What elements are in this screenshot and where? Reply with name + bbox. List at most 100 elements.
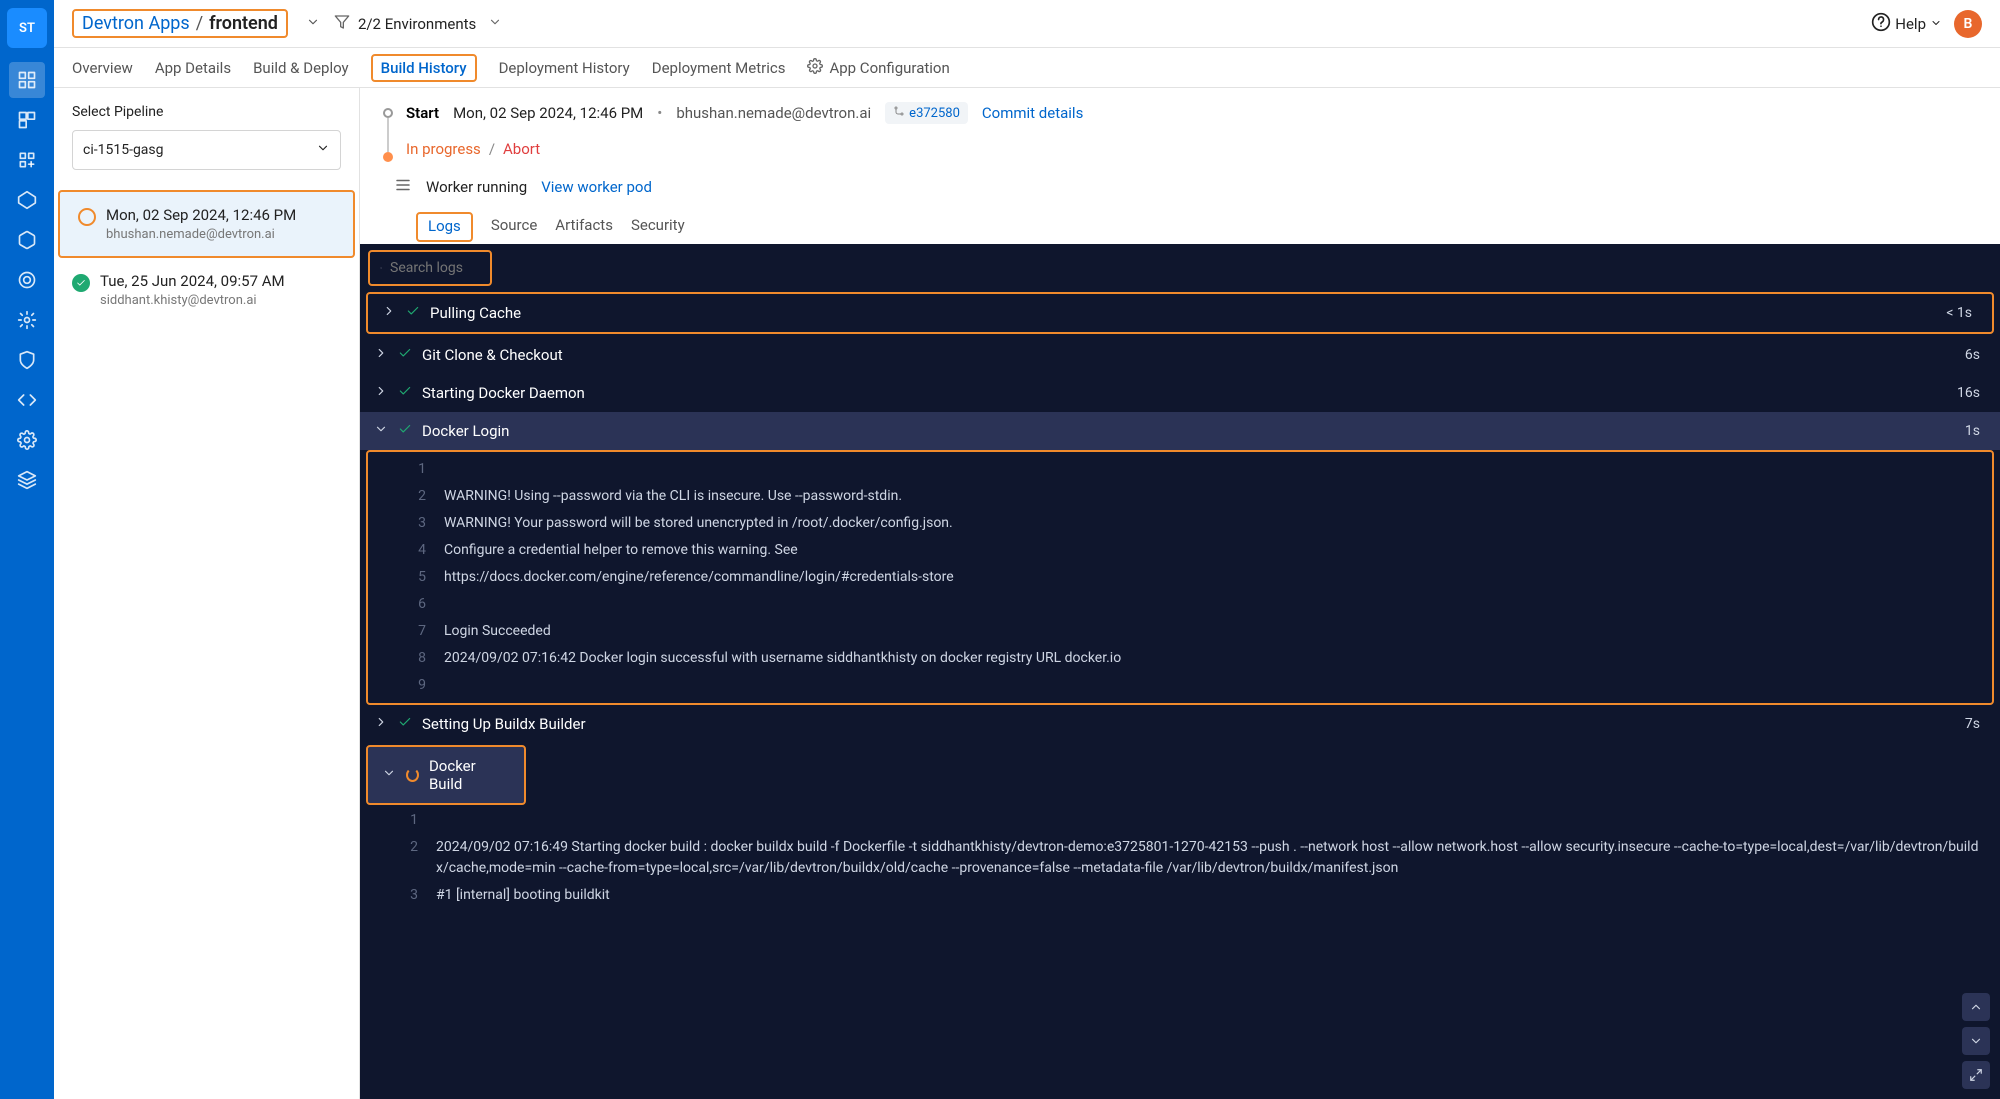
fullscreen-button[interactable]	[1962, 1061, 1990, 1089]
commit-badge[interactable]: e372580	[885, 102, 968, 124]
funnel-icon	[334, 14, 350, 34]
nav-app-groups-icon[interactable]	[9, 142, 45, 178]
line-number: 4	[412, 540, 426, 561]
nav-cluster-icon[interactable]	[9, 302, 45, 338]
tab-app-details[interactable]: App Details	[155, 48, 231, 87]
nav-applications-icon[interactable]	[9, 62, 45, 98]
abort-link[interactable]: Abort	[503, 140, 540, 158]
chevron-down-icon	[374, 422, 388, 440]
start-timestamp: Mon, 02 Sep 2024, 12:46 PM	[453, 104, 643, 122]
subtab-source[interactable]: Source	[491, 212, 537, 242]
line-number: 1	[412, 459, 426, 480]
avatar[interactable]: B	[1954, 10, 1982, 38]
line-text: 2024/09/02 07:16:49 Starting docker buil…	[436, 837, 1986, 879]
tabsbar: Overview App Details Build & Deploy Buil…	[54, 48, 2000, 88]
breadcrumb-parent-link[interactable]: Devtron Apps	[82, 13, 190, 34]
breadcrumb-current: frontend	[209, 13, 278, 34]
subtab-logs[interactable]: Logs	[416, 212, 473, 242]
line-number: 6	[412, 594, 426, 615]
line-text: 2024/09/02 07:16:42 Docker login success…	[444, 648, 1978, 669]
stage-duration: 7s	[1965, 716, 1980, 732]
timeline-line	[387, 118, 389, 152]
scroll-down-button[interactable]	[1962, 1027, 1990, 1055]
scroll-up-button[interactable]	[1962, 993, 1990, 1021]
line-text: #1 [internal] booting buildkit	[436, 885, 1986, 906]
stage-duration: 16s	[1957, 385, 1980, 401]
stage-pulling-cache[interactable]: Pulling Cache < 1s	[366, 292, 1994, 334]
subtab-security[interactable]: Security	[631, 212, 685, 242]
timeline	[382, 102, 394, 162]
stage-name: Docker Login	[422, 422, 509, 440]
nav-bulk-edits-icon[interactable]	[9, 262, 45, 298]
run-user: bhushan.nemade@devtron.ai	[106, 227, 296, 242]
line-text: https://docs.docker.com/engine/reference…	[444, 567, 1978, 588]
status-success-icon	[72, 274, 90, 292]
tab-deployment-metrics[interactable]: Deployment Metrics	[652, 48, 786, 87]
log-search-input[interactable]	[390, 260, 480, 276]
subtab-artifacts[interactable]: Artifacts	[555, 212, 613, 242]
separator: /	[489, 140, 495, 158]
nav-global-config-icon[interactable]	[9, 422, 45, 458]
docker-login-log-lines: 1 2 WARNING! Using --password via the CLI …	[366, 450, 1994, 705]
line-number: 9	[412, 675, 426, 696]
run-status-row: In progress / Abort	[406, 140, 1978, 158]
bullet-separator: •	[657, 104, 662, 122]
nav-stack-icon[interactable]	[9, 462, 45, 498]
log-line: 6	[368, 591, 1992, 618]
app-logo[interactable]: ST	[7, 8, 47, 48]
search-icon	[380, 260, 382, 276]
right-column: Start Mon, 02 Sep 2024, 12:46 PM • bhush…	[360, 88, 2000, 1099]
nav-jobs-icon[interactable]	[9, 102, 45, 138]
stage-buildx[interactable]: Setting Up Buildx Builder 7s	[360, 705, 2000, 743]
view-worker-pod-link[interactable]: View worker pod	[541, 178, 652, 196]
stage-name: Starting Docker Daemon	[422, 384, 585, 402]
tab-deployment-history[interactable]: Deployment History	[499, 48, 630, 87]
breadcrumb-separator: /	[196, 13, 203, 34]
log-line: 2 WARNING! Using --password via the CLI i…	[368, 483, 1992, 510]
help-label: Help	[1895, 15, 1926, 33]
nav-security-icon[interactable]	[9, 342, 45, 378]
nav-custom-icon[interactable]	[9, 382, 45, 418]
chevron-right-icon	[374, 384, 388, 402]
tab-build-history[interactable]: Build History	[371, 54, 477, 82]
help-icon	[1871, 12, 1891, 36]
nav-resource-browser-icon[interactable]	[9, 182, 45, 218]
stage-name: Setting Up Buildx Builder	[422, 715, 586, 733]
line-number: 2	[412, 486, 426, 507]
main: Devtron Apps / frontend 2/2 Environments…	[54, 0, 2000, 1099]
commit-details-link[interactable]: Commit details	[982, 104, 1083, 122]
app-selector-chevron-icon[interactable]	[306, 14, 320, 33]
stage-docker-login[interactable]: Docker Login 1s	[360, 412, 2000, 450]
tab-app-config[interactable]: App Configuration	[807, 48, 949, 87]
help-menu[interactable]: Help	[1871, 12, 1942, 36]
line-number: 5	[412, 567, 426, 588]
logs-panel: Pulling Cache < 1s Git Clone & Checkout …	[360, 244, 2000, 1099]
run-user: siddhant.khisty@devtron.ai	[100, 293, 285, 308]
topbar-right: Help B	[1871, 10, 1982, 38]
body: Select Pipeline ci-1515-gasg Mon, 02 Sep…	[54, 88, 2000, 1099]
line-text: WARNING! Your password will be stored un…	[444, 513, 1978, 534]
check-icon	[398, 715, 412, 733]
pipeline-select[interactable]: ci-1515-gasg	[72, 130, 341, 170]
run-item[interactable]: Mon, 02 Sep 2024, 12:46 PM bhushan.nemad…	[58, 190, 355, 258]
tab-overview[interactable]: Overview	[72, 48, 133, 87]
docker-build-log-lines: 122024/09/02 07:16:49 Starting docker bu…	[360, 807, 2000, 909]
log-search[interactable]	[368, 250, 492, 286]
line-text	[444, 459, 1978, 480]
stage-docker-build[interactable]: Docker Build	[366, 745, 526, 805]
stage-git-clone[interactable]: Git Clone & Checkout 6s	[360, 336, 2000, 374]
run-item[interactable]: Tue, 25 Jun 2024, 09:57 AM siddhant.khis…	[54, 258, 359, 322]
stage-docker-daemon[interactable]: Starting Docker Daemon 16s	[360, 374, 2000, 412]
chevron-down-icon	[316, 141, 330, 159]
stage-name: Git Clone & Checkout	[422, 346, 563, 364]
nav-chart-store-icon[interactable]	[9, 222, 45, 258]
line-text	[444, 675, 1978, 696]
log-float-controls	[1962, 993, 1990, 1089]
environments-selector[interactable]: 2/2 Environments	[334, 14, 502, 34]
line-text: WARNING! Using --password via the CLI is…	[444, 486, 1978, 507]
chevron-right-icon	[374, 715, 388, 733]
list-icon	[394, 176, 412, 198]
tab-build-deploy[interactable]: Build & Deploy	[253, 48, 349, 87]
run-item-text: Mon, 02 Sep 2024, 12:46 PM bhushan.nemad…	[106, 206, 296, 242]
log-line: 5 https://docs.docker.com/engine/referenc…	[368, 564, 1992, 591]
